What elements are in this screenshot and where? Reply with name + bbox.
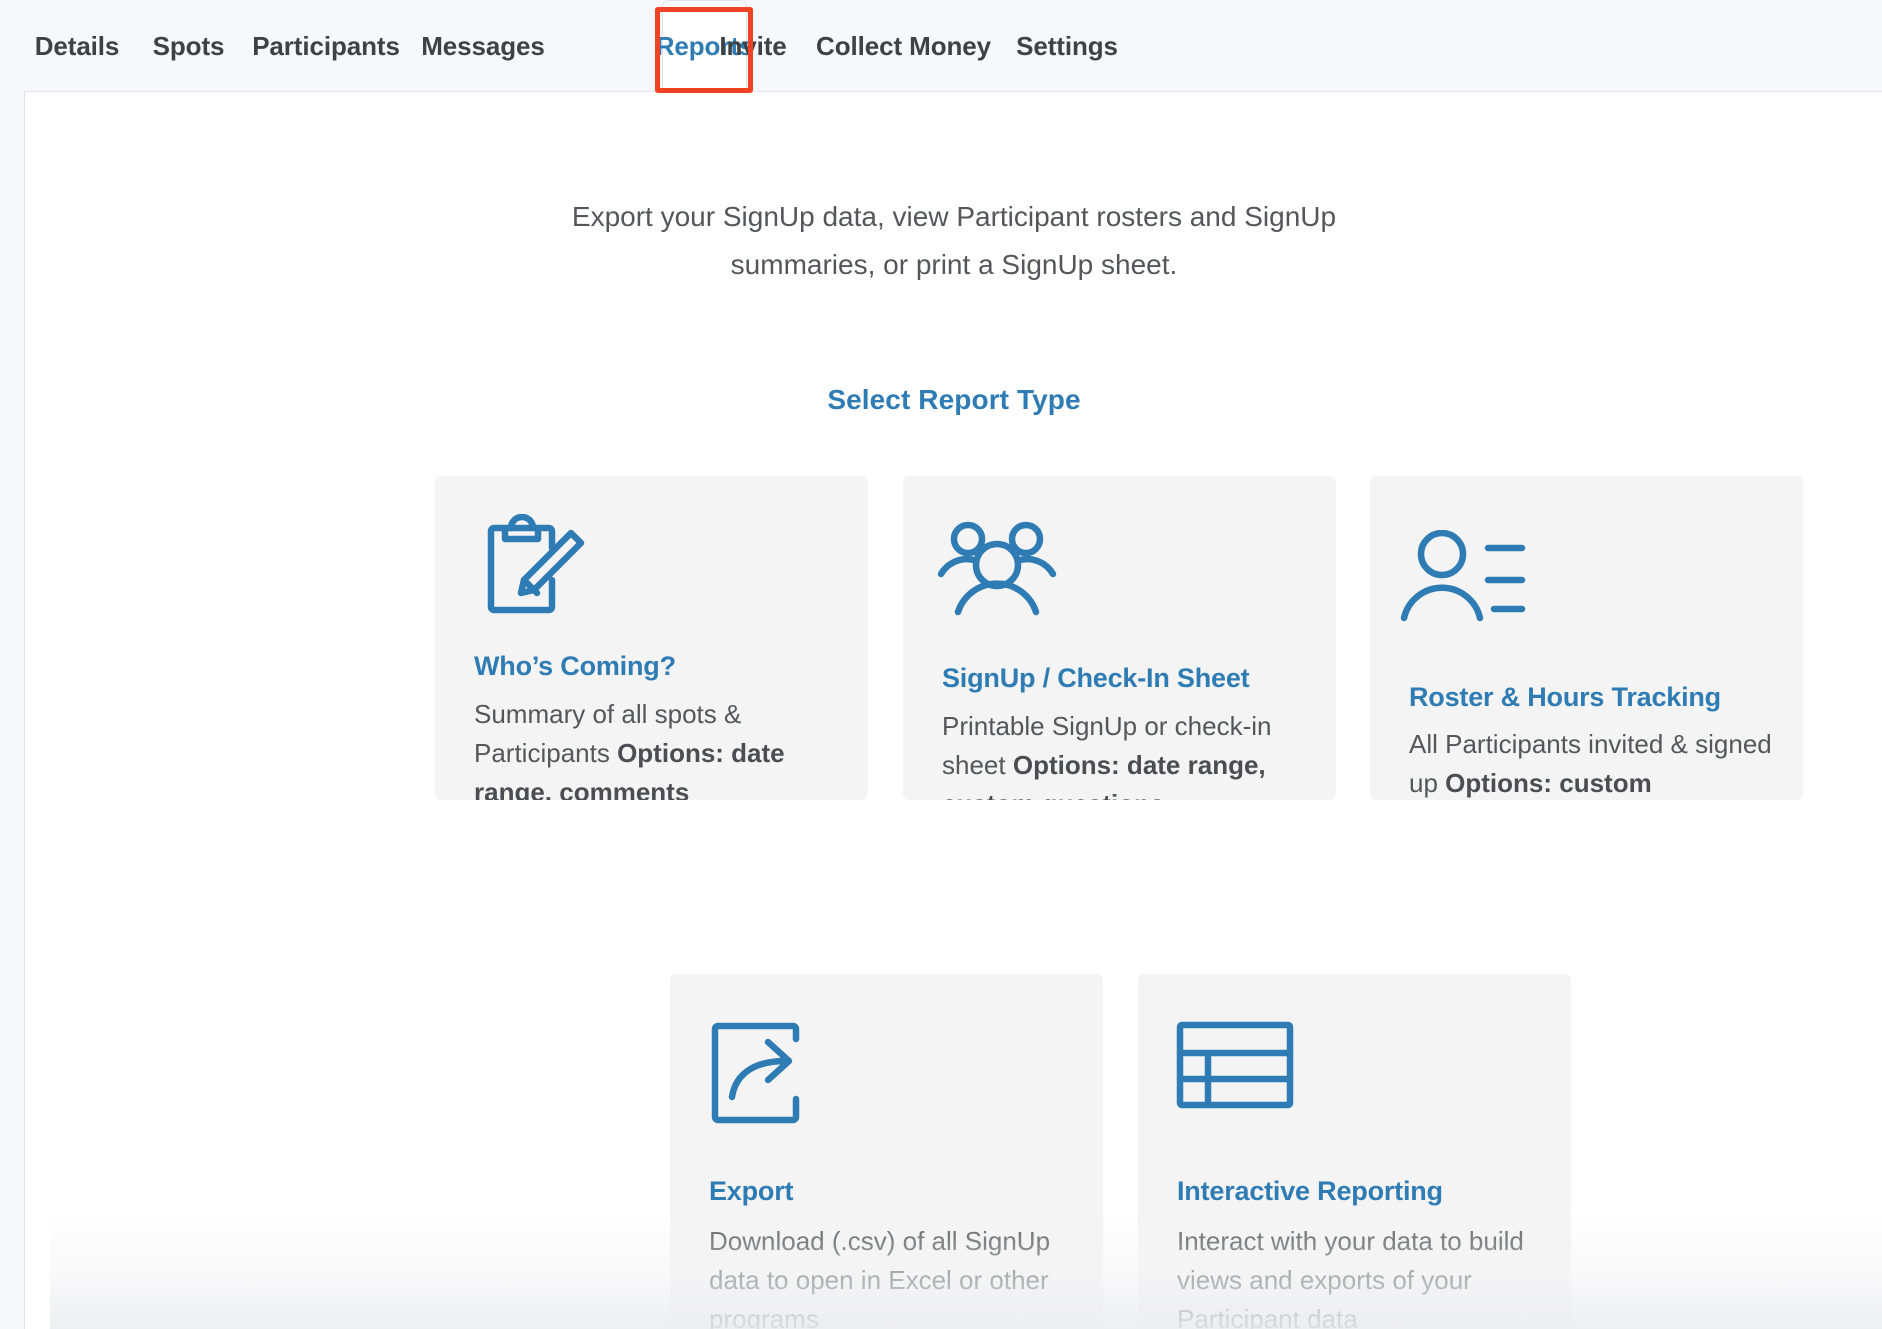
card-title: Roster & Hours Tracking	[1409, 682, 1721, 712]
intro-line-2: summaries, or print a SignUp sheet.	[730, 249, 1178, 280]
report-card-interactive-reporting[interactable]: Interactive Reporting Interact with your…	[1138, 974, 1571, 1329]
reports-content-panel: Export your SignUp data, view Participan…	[24, 91, 1882, 1329]
tab-messages[interactable]: Messages	[421, 0, 545, 92]
card-description: All Participants invited & signed up Opt…	[1409, 725, 1785, 800]
select-report-type-heading[interactable]: Select Report Type	[25, 384, 1882, 416]
people-group-icon	[936, 518, 1058, 618]
tab-invite[interactable]: Invite	[718, 0, 788, 92]
tab-participants[interactable]: Participants	[252, 0, 400, 92]
card-title: SignUp / Check-In Sheet	[942, 663, 1250, 693]
tab-label: Collect Money	[816, 30, 991, 61]
intro-line-1: Export your SignUp data, view Participan…	[571, 201, 1337, 232]
card-desc-text: Download (.csv) of all SignUp data to op…	[709, 1226, 1051, 1329]
card-description: Summary of all spots & Participants Opti…	[474, 695, 850, 800]
card-title: Interactive Reporting	[1177, 1176, 1443, 1206]
tab-spots[interactable]: Spots	[152, 0, 225, 92]
card-options-text: Options: custom questions, hours trackin…	[1445, 768, 1652, 798]
tab-details[interactable]: Details	[34, 0, 120, 92]
tab-label: Spots	[152, 30, 225, 61]
card-description: Interact with your data to build views a…	[1177, 1222, 1553, 1329]
clipboard-pencil-icon	[475, 514, 587, 624]
tab-label: Messages	[421, 30, 545, 61]
person-list-icon	[1400, 530, 1526, 624]
card-description: Printable SignUp or check-in sheet Optio…	[942, 707, 1318, 800]
report-card-roster-hours-tracking[interactable]: Roster & Hours Tracking All Participants…	[1370, 476, 1803, 800]
tab-label: Details	[34, 30, 120, 61]
report-card-export[interactable]: Export Download (.csv) of all SignUp dat…	[670, 974, 1103, 1329]
tab-settings[interactable]: Settings	[1016, 0, 1118, 92]
card-title: Who’s Coming?	[474, 651, 676, 681]
table-grid-icon	[1176, 1021, 1294, 1109]
export-share-icon	[710, 1021, 802, 1125]
card-description: Download (.csv) of all SignUp data to op…	[709, 1222, 1085, 1329]
card-title: Export	[709, 1176, 794, 1206]
report-card-whos-coming[interactable]: Who’s Coming? Summary of all spots & Par…	[435, 476, 868, 800]
tab-label: Invite	[719, 30, 787, 61]
card-desc-text: Interact with your data to build views a…	[1177, 1226, 1524, 1329]
tab-label: Settings	[1016, 30, 1118, 61]
intro-text: Export your SignUp data, view Participan…	[25, 193, 1882, 289]
tab-label: Participants	[252, 30, 400, 61]
tab-collect-money[interactable]: Collect Money	[816, 0, 991, 92]
report-card-signup-checkin-sheet[interactable]: SignUp / Check-In Sheet Printable SignUp…	[903, 476, 1336, 800]
primary-tab-bar: Details Spots Participants Messages Repo…	[0, 0, 1882, 93]
